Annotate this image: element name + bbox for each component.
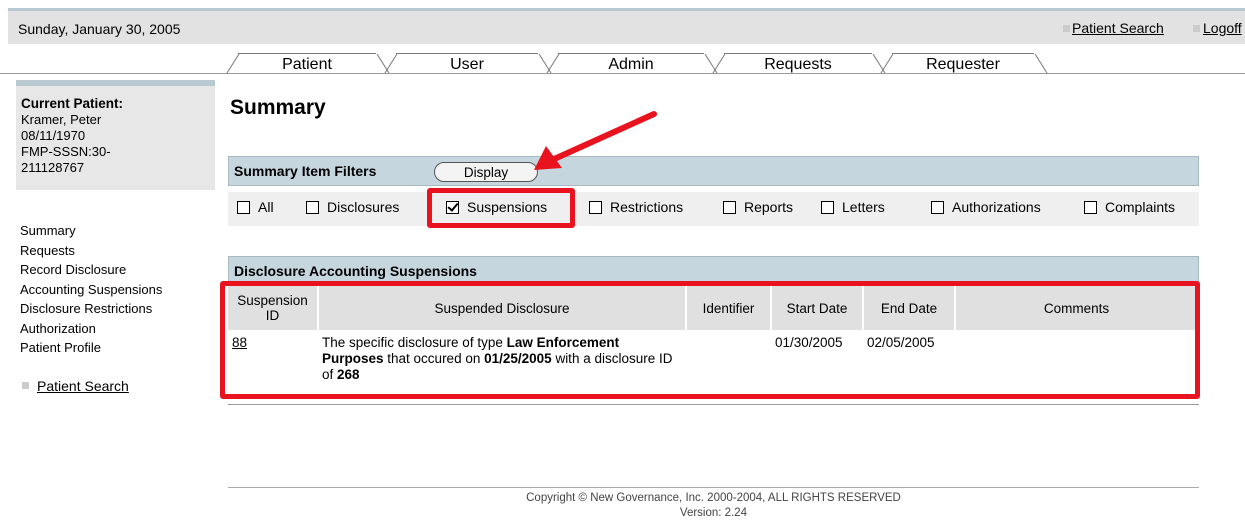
tab-requests[interactable]: Requests — [724, 53, 872, 74]
bullet-icon — [1193, 25, 1200, 32]
filter-restrictions[interactable]: Restrictions — [589, 199, 683, 215]
filter-reports[interactable]: Reports — [723, 199, 793, 215]
filters-header: Summary Item Filters Display — [228, 156, 1199, 186]
filter-label: Reports — [744, 199, 794, 215]
footer: Copyright © New Governance, Inc. 2000-20… — [228, 491, 1199, 521]
patient-name: Kramer, Peter — [21, 112, 102, 127]
nav-patient-profile[interactable]: Patient Profile — [20, 338, 225, 358]
tab-patient[interactable]: Patient — [238, 53, 376, 74]
tab-admin[interactable]: Admin — [558, 53, 704, 74]
current-patient-heading: Current Patient: — [21, 96, 124, 111]
side-patient-search: Patient Search — [22, 378, 129, 394]
summary-filters: Summary Item Filters Display All Disclos… — [228, 156, 1199, 226]
patient-id-line2: 211128767 — [21, 160, 85, 175]
checkbox-icon[interactable] — [237, 201, 250, 214]
filter-complaints[interactable]: Complaints — [1084, 199, 1175, 215]
patient-search-link[interactable]: Patient Search — [1072, 20, 1164, 36]
tab-user[interactable]: User — [396, 53, 538, 74]
annotation-box-table — [220, 281, 1200, 399]
checkbox-icon[interactable] — [1084, 201, 1097, 214]
checkbox-icon[interactable] — [306, 201, 319, 214]
filter-letters[interactable]: Letters — [821, 199, 885, 215]
nav-record-disclosure[interactable]: Record Disclosure — [20, 260, 225, 280]
filters-checkbox-row: All Disclosures Suspensions Restrictions… — [228, 192, 1199, 226]
nav-authorization[interactable]: Authorization — [20, 319, 225, 339]
tab-bar: Patient User Admin Requests Requester — [0, 53, 1245, 75]
annotation-box-suspensions — [427, 188, 575, 228]
side-patient-search-link[interactable]: Patient Search — [37, 378, 129, 394]
copyright-text: Copyright © New Governance, Inc. 2000-20… — [526, 492, 901, 504]
filter-disclosures[interactable]: Disclosures — [306, 199, 399, 215]
checkbox-icon[interactable] — [931, 201, 944, 214]
logoff-link[interactable]: Logoff — [1203, 20, 1242, 36]
nav-requests[interactable]: Requests — [20, 241, 225, 261]
suspensions-header: Disclosure Accounting Suspensions — [228, 256, 1199, 284]
filter-all[interactable]: All — [237, 199, 274, 215]
bullet-icon — [1063, 25, 1070, 32]
filter-authorizations[interactable]: Authorizations — [931, 199, 1041, 215]
left-nav: Summary Requests Record Disclosure Accou… — [20, 221, 225, 358]
top-bar: Sunday, January 30, 2005 Patient Search … — [8, 8, 1245, 44]
divider — [228, 404, 1199, 405]
filter-label: Letters — [842, 199, 885, 215]
suspensions-title: Disclosure Accounting Suspensions — [234, 263, 477, 279]
checkbox-icon[interactable] — [589, 201, 602, 214]
tab-requester[interactable]: Requester — [892, 53, 1034, 74]
filter-label: Authorizations — [952, 199, 1041, 215]
footer-divider — [228, 487, 1199, 488]
filters-title: Summary Item Filters — [234, 163, 377, 179]
tab-divider — [1034, 53, 1048, 74]
checkbox-icon[interactable] — [821, 201, 834, 214]
tab-baseline — [0, 73, 1245, 74]
nav-summary[interactable]: Summary — [20, 221, 225, 241]
checkbox-icon[interactable] — [723, 201, 736, 214]
filter-label: All — [258, 199, 274, 215]
filter-label: Complaints — [1105, 199, 1176, 215]
bullet-icon — [22, 382, 29, 389]
nav-disclosure-restrictions[interactable]: Disclosure Restrictions — [20, 299, 225, 319]
page-title: Summary — [230, 96, 326, 119]
annotation-arrow-icon — [534, 111, 657, 170]
filter-label: Disclosures — [327, 199, 400, 215]
current-date: Sunday, January 30, 2005 — [18, 21, 181, 37]
nav-accounting-suspensions[interactable]: Accounting Suspensions — [20, 280, 225, 300]
version-text: Version: 2.24 — [679, 507, 748, 519]
patient-id-line1: FMP-SSSN:30- — [21, 144, 111, 159]
filter-label: Restrictions — [610, 199, 684, 215]
patient-dob: 08/11/1970 — [21, 128, 86, 143]
current-patient-panel: Current Patient: Kramer, Peter 08/11/197… — [16, 80, 215, 190]
